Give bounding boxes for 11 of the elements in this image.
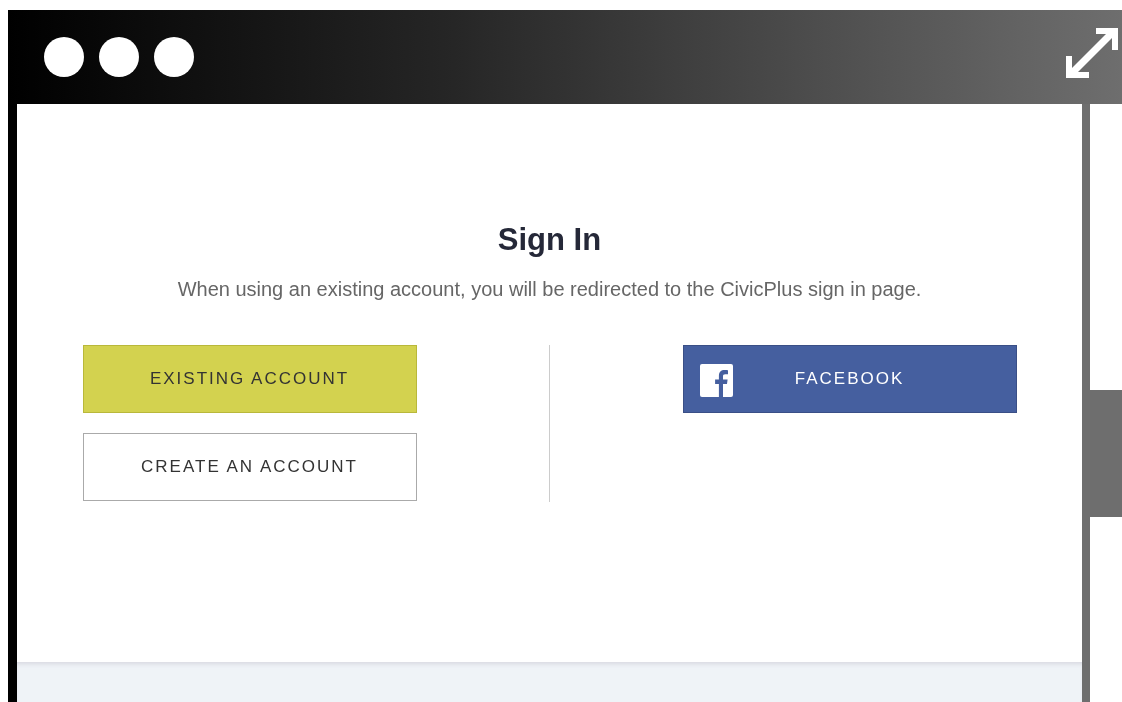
sign-in-heading: Sign In <box>497 222 602 258</box>
window-control-dot[interactable] <box>44 37 84 77</box>
account-button[interactable]: EXISTING ACCOUNT <box>82 345 417 413</box>
scroll-thumb[interactable] <box>1090 390 1122 517</box>
window-control-dot[interactable] <box>99 37 139 77</box>
f-logo-icon <box>699 364 733 397</box>
expand-icon[interactable] <box>1066 28 1118 80</box>
redirect-notice: When using an existing account, you will be redirected to the CivicPlus sign in page. <box>177 278 922 301</box>
facebook-button[interactable]: FACEBOOK <box>682 345 1017 413</box>
account-button[interactable]: CREATE AN ACCOUNT <box>82 433 417 501</box>
window-control-dot[interactable] <box>154 37 194 77</box>
